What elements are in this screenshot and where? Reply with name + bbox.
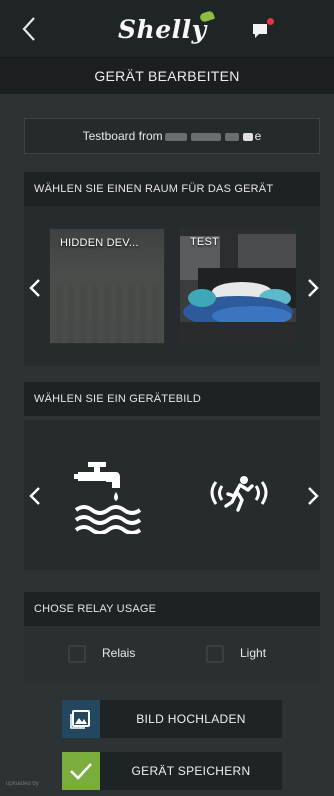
relais-checkbox[interactable] [68, 645, 86, 663]
room-card-hidden-devices[interactable]: HIDDEN DEV... [49, 228, 165, 344]
upload-icon-box [62, 700, 100, 738]
relay-option-light[interactable]: Light [206, 642, 296, 666]
device-name-field[interactable]: Testboard from e [24, 118, 320, 154]
page-title: GERÄT BEARBEITEN [0, 58, 334, 94]
shelly-logo: Shelly [118, 10, 228, 50]
motion-sensor-icon [210, 476, 268, 512]
chevron-right-icon [308, 279, 319, 297]
checkmark-icon [70, 763, 92, 780]
image-prev-button[interactable] [26, 484, 46, 508]
relay-option-relais[interactable]: Relais [68, 642, 158, 666]
chevron-left-icon [29, 279, 40, 297]
room-label: HIDDEN DEV... [60, 237, 139, 249]
room-carousel: HIDDEN DEV... TEST [24, 206, 320, 366]
save-button-label: GERÄT SPEICHERN [131, 764, 251, 778]
notification-dot [267, 18, 274, 25]
relay-section-header: CHOSE RELAY USAGE [24, 592, 320, 626]
redacted-text [242, 132, 253, 141]
logo-text: Shelly [118, 15, 207, 44]
save-device-button[interactable]: GERÄT SPEICHERN [62, 752, 282, 790]
image-next-button[interactable] [302, 484, 322, 508]
light-checkbox[interactable] [206, 645, 224, 663]
image-section-header: WÄHLEN SIE EIN GERÄTEBILD [24, 382, 320, 416]
app-screen: Shelly GERÄT BEARBEITEN Testboard from e … [0, 0, 334, 796]
device-name-suffix: e [254, 129, 262, 143]
back-button[interactable] [18, 14, 42, 44]
redacted-text [224, 132, 239, 141]
image-option-motion[interactable] [204, 472, 274, 516]
image-option-faucet[interactable] [70, 460, 146, 535]
chevron-left-icon [22, 17, 35, 41]
room-card-test[interactable]: TEST [180, 228, 296, 344]
redacted-text [164, 132, 187, 141]
notification-button[interactable] [250, 18, 276, 42]
upload-button-label: BILD HOCHLADEN [136, 712, 246, 726]
watermark-text: uploaded by [6, 781, 39, 787]
room-section-header: WÄHLEN SIE EINEN RAUM FÜR DAS GERÄT [24, 172, 320, 206]
redacted-text [190, 132, 221, 141]
image-upload-icon [70, 710, 90, 729]
image-carousel [24, 420, 320, 570]
device-name-prefix: Testboard from [82, 129, 163, 143]
room-prev-button[interactable] [26, 276, 46, 300]
room-image [50, 285, 164, 343]
upload-image-button[interactable]: BILD HOCHLADEN [62, 700, 282, 738]
chevron-right-icon [308, 487, 319, 505]
leaf-icon [198, 10, 216, 23]
relais-label: Relais [102, 646, 136, 660]
save-icon-box [62, 752, 100, 790]
top-bar: Shelly [0, 0, 334, 58]
chevron-left-icon [29, 487, 40, 505]
light-label: Light [240, 646, 267, 660]
faucet-water-icon [74, 462, 142, 535]
relay-options: Relais Light [24, 626, 320, 684]
room-next-button[interactable] [302, 276, 322, 300]
room-label: TEST [190, 236, 219, 248]
